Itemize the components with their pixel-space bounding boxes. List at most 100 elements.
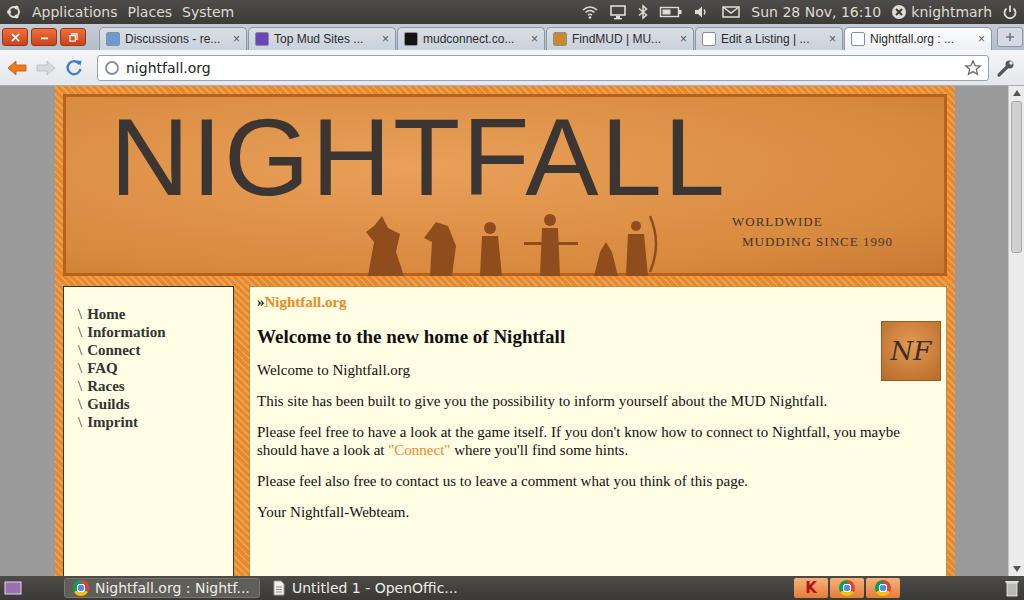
address-bar[interactable]: nightfall.org: [97, 55, 989, 81]
user-status-icon[interactable]: [891, 4, 907, 20]
nav-link[interactable]: \Guilds: [78, 395, 225, 413]
clock[interactable]: Sun 28 Nov, 16:10: [751, 4, 881, 20]
page-loading-icon: [104, 60, 120, 76]
new-tab-button[interactable]: [997, 27, 1023, 47]
favicon-icon: [553, 32, 567, 46]
nav-marker: \: [78, 378, 82, 394]
site-banner: NIGHTFALLWORLDWIDEMUDDING SINCE 1990: [63, 94, 947, 276]
chrome-icon: [875, 580, 891, 596]
browser-viewport: NIGHTFALLWORLDWIDEMUDDING SINCE 1990\Hom…: [0, 86, 1024, 576]
browser-tab[interactable]: mudconnect.co... ×: [397, 27, 545, 50]
tab-close-button[interactable]: ×: [531, 32, 538, 46]
paragraph: Please feel free to have a look at the g…: [257, 423, 941, 459]
paragraph: This site has been built to give you the…: [257, 392, 941, 410]
wrench-icon[interactable]: [996, 58, 1016, 78]
reload-icon[interactable]: [64, 58, 84, 78]
chrome-icon: [839, 580, 855, 596]
nav-link[interactable]: \Imprint: [78, 413, 225, 431]
minimize-window-button[interactable]: [31, 28, 57, 46]
top-panel: Applications Places System Sun 28 Nov, 16:1…: [0, 0, 1024, 24]
nav-link[interactable]: \FAQ: [78, 359, 225, 377]
desktop-icon: [4, 580, 22, 596]
taskbar: Nightfall.org : Nightf...Untitled 1 - Op…: [0, 576, 1024, 600]
tray-chrome[interactable]: [866, 578, 900, 598]
tab-strip: Discussions - re...×Top Mud Sites ...×mu…: [0, 24, 1024, 50]
panel-menu[interactable]: Places: [128, 4, 173, 20]
bookmark-star-icon[interactable]: [964, 59, 982, 77]
browser-tab[interactable]: Nightfall.org : ... ×: [844, 27, 992, 50]
tab-label: mudconnect.co...: [423, 32, 526, 46]
system-tray: K: [794, 578, 900, 598]
site-content: »Nightfall.orgNFWelcome to the new home …: [249, 286, 947, 576]
connect-link[interactable]: "Connect": [388, 442, 450, 458]
ubuntu-logo-icon[interactable]: [6, 4, 22, 20]
show-desktop-button[interactable]: [2, 580, 24, 596]
tab-label: Nightfall.org : ...: [870, 32, 973, 46]
tagline-line: MUDDING SINCE 1990: [732, 232, 893, 252]
tab-close-button[interactable]: ×: [382, 32, 389, 46]
taskbar-window[interactable]: Untitled 1 - OpenOffic...: [264, 578, 466, 598]
tab-close-button[interactable]: ×: [233, 32, 240, 46]
panel-menu[interactable]: System: [182, 4, 234, 20]
nav-marker: \: [78, 396, 82, 412]
paragraph: Please feel also free to contact us to l…: [257, 472, 941, 490]
nav-link[interactable]: \Information: [78, 323, 225, 341]
scroll-down-arrow[interactable]: [1009, 562, 1024, 576]
nav-marker: \: [78, 414, 82, 430]
tray-chrome[interactable]: [830, 578, 864, 598]
breadcrumb-link[interactable]: Nightfall.org: [265, 294, 347, 310]
plus-icon: [1005, 32, 1015, 42]
trash-icon[interactable]: [1004, 579, 1020, 597]
forward-arrow-icon[interactable]: [35, 58, 57, 78]
arrow-down-icon: [1013, 566, 1021, 572]
panel-menu[interactable]: Applications: [32, 4, 118, 20]
browser-tab[interactable]: Top Mud Sites ...×: [248, 27, 396, 50]
favicon-icon: [404, 32, 418, 46]
nav-link[interactable]: \Connect: [78, 341, 225, 359]
browser-tab[interactable]: Discussions - re...×: [99, 27, 247, 50]
close-window-button[interactable]: [2, 28, 28, 46]
tab-close-button[interactable]: ×: [680, 32, 687, 46]
scroll-up-arrow[interactable]: [1009, 86, 1024, 100]
scrollbar[interactable]: [1008, 86, 1024, 576]
site-tagline: WORLDWIDEMUDDING SINCE 1990: [732, 212, 893, 252]
adventurer-silhouettes-icon: [360, 212, 660, 276]
favicon-icon: [255, 32, 269, 46]
nav-link[interactable]: \Home: [78, 305, 225, 323]
battery-icon[interactable]: [659, 4, 683, 20]
taskbar-window[interactable]: Nightfall.org : Nightf...: [64, 578, 260, 598]
browser-tab[interactable]: Edit a Listing | ... ×: [695, 27, 843, 50]
wifi-icon[interactable]: [581, 4, 599, 20]
back-arrow-icon[interactable]: [6, 58, 28, 78]
restore-window-button[interactable]: [60, 28, 86, 46]
mail-icon[interactable]: [721, 4, 741, 20]
nightfall-badge: NF: [881, 321, 941, 381]
browser-toolbar: nightfall.org: [0, 50, 1024, 86]
page-background: NIGHTFALLWORLDWIDEMUDDING SINCE 1990\Hom…: [0, 86, 1008, 576]
chrome-icon: [73, 580, 89, 596]
paragraph: Your Nightfall-Webteam.: [257, 503, 941, 521]
paragraph: Welcome to Nightfall.org: [257, 361, 941, 379]
display-icon[interactable]: [609, 4, 627, 20]
tab-close-button[interactable]: ×: [978, 32, 985, 46]
favicon-icon: [851, 32, 865, 46]
user-name[interactable]: knightmarh: [911, 4, 992, 20]
bluetooth-icon[interactable]: [637, 4, 649, 20]
nav-marker: \: [78, 324, 82, 340]
scroll-thumb[interactable]: [1011, 101, 1022, 253]
tab-close-button[interactable]: ×: [829, 32, 836, 46]
tab-label: FindMUD | MU...: [572, 32, 675, 46]
power-icon[interactable]: [1002, 4, 1018, 20]
volume-icon[interactable]: [693, 4, 711, 20]
site-nav: \Home\Information\Connect\FAQ\Races\Guil…: [63, 286, 234, 576]
tab-label: Edit a Listing | ...: [721, 32, 824, 46]
page-heading: Welcome to the new home of Nightfall: [257, 325, 941, 349]
favicon-icon: [702, 32, 716, 46]
nav-link[interactable]: \Races: [78, 377, 225, 395]
tray-app[interactable]: K: [794, 578, 828, 598]
nav-marker: \: [78, 342, 82, 358]
browser-tab[interactable]: FindMUD | MU... ×: [546, 27, 694, 50]
site-logo[interactable]: NIGHTFALL: [66, 97, 944, 212]
window-controls: [2, 28, 86, 46]
address-text[interactable]: nightfall.org: [126, 60, 958, 76]
